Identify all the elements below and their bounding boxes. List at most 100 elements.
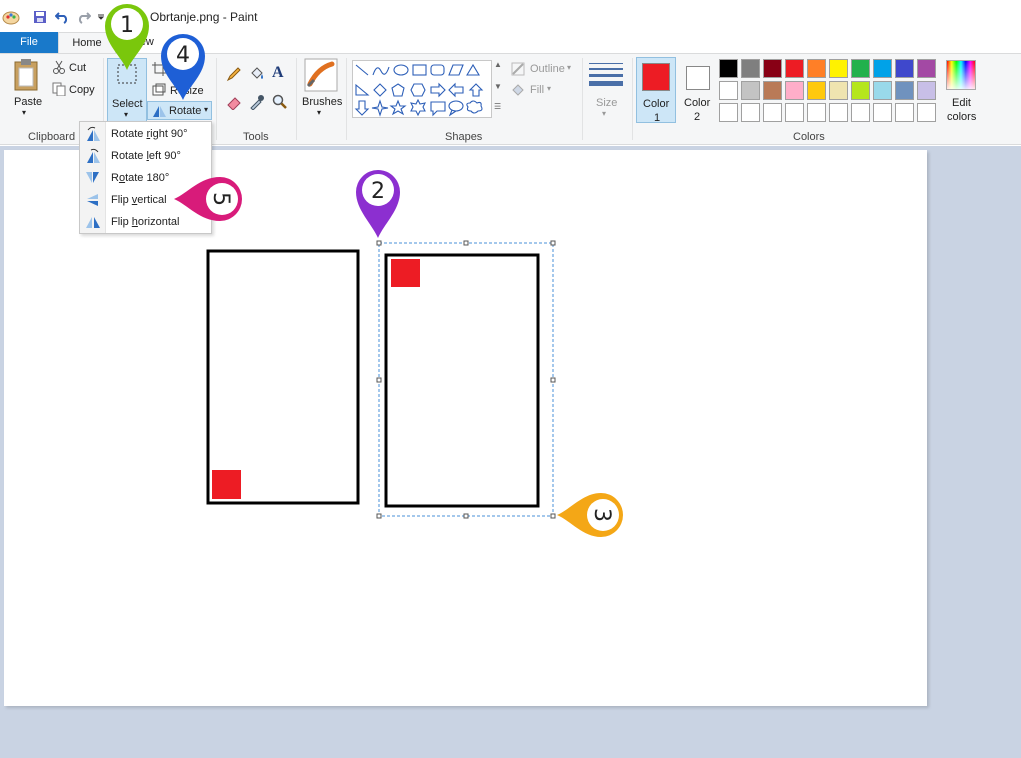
rotate-label: Rotate: [169, 105, 202, 117]
tools-group-label: Tools: [243, 131, 269, 143]
pencil-icon[interactable]: [226, 66, 242, 85]
custom-color-slot[interactable]: [829, 103, 848, 122]
callout-2-label: 2: [371, 179, 385, 204]
color2-label: Color: [684, 97, 711, 109]
palette-swatch[interactable]: [917, 59, 936, 78]
palette-swatch[interactable]: [719, 81, 738, 100]
custom-color-slot[interactable]: [763, 103, 782, 122]
brushes-dropdown-arrow[interactable]: ▾: [317, 108, 321, 117]
callout-5-label: 5: [208, 192, 233, 206]
color2-selector[interactable]: Color 2: [679, 57, 717, 123]
rotate-icon: [153, 106, 166, 117]
color1-label: Color: [643, 98, 670, 110]
outline-button[interactable]: Outline: [530, 63, 565, 75]
custom-color-slot[interactable]: [917, 103, 936, 122]
callout-2-marker: 2: [356, 170, 400, 238]
edit-colors-icon[interactable]: [946, 60, 976, 90]
rotate-180-icon: [86, 172, 99, 183]
colors-group-label: Colors: [793, 131, 825, 143]
palette-swatch[interactable]: [829, 59, 848, 78]
window-title: Obrtanje.png - Paint: [150, 10, 258, 24]
brushes-icon[interactable]: [304, 58, 338, 95]
tab-file[interactable]: File: [0, 32, 58, 53]
callout-4-label: 4: [176, 43, 190, 68]
title-bar: Obrtanje.png - Paint: [0, 0, 1021, 32]
shapes-expand[interactable]: ☰: [494, 102, 501, 111]
palette-swatch[interactable]: [719, 59, 738, 78]
shapes-scroll-up[interactable]: ▲: [494, 60, 502, 69]
palette-swatch[interactable]: [785, 81, 804, 100]
callout-3-label: 3: [589, 508, 614, 522]
custom-color-slot[interactable]: [807, 103, 826, 122]
palette-swatch[interactable]: [895, 59, 914, 78]
palette-swatch[interactable]: [741, 59, 760, 78]
undo-icon[interactable]: [55, 8, 69, 26]
menu-item-label: Rotate left 90°: [111, 150, 181, 162]
palette-swatch[interactable]: [851, 81, 870, 100]
edit-colors-button[interactable]: Edit: [952, 97, 971, 109]
menu-item-rotate-left-90[interactable]: Rotate left 90°: [80, 145, 211, 167]
color1-selector[interactable]: Color 1: [636, 57, 676, 124]
paste-dropdown-arrow[interactable]: ▾: [22, 108, 26, 117]
separator: [346, 58, 347, 140]
palette-swatch[interactable]: [873, 59, 892, 78]
rotate-button[interactable]: Rotate ▾: [147, 101, 212, 120]
save-icon[interactable]: [33, 8, 47, 26]
flip-horizontal-icon: [86, 217, 100, 228]
custom-color-slot[interactable]: [719, 103, 738, 122]
palette-swatch[interactable]: [741, 81, 760, 100]
shapes-group-label: Shapes: [445, 131, 483, 143]
size-button[interactable]: Size: [596, 97, 617, 109]
fill-button[interactable]: Fill: [530, 84, 544, 96]
custom-color-slot[interactable]: [851, 103, 870, 122]
rotate-left-icon: [87, 148, 100, 163]
separator: [216, 58, 217, 140]
menu-item-rotate-right-90[interactable]: Rotate right 90°: [80, 123, 211, 145]
color2-swatch: [686, 66, 710, 90]
red-square-left: [212, 470, 241, 499]
custom-color-slot[interactable]: [873, 103, 892, 122]
drawn-rectangle-right: [384, 253, 540, 508]
palette-swatch[interactable]: [785, 59, 804, 78]
fill-bucket-icon[interactable]: [249, 66, 265, 85]
outline-dropdown-arrow: ▾: [567, 63, 572, 72]
color-palette: [719, 59, 941, 125]
redo-icon[interactable]: [77, 8, 91, 26]
palette-swatch[interactable]: [873, 81, 892, 100]
callout-1-label: 1: [120, 13, 134, 38]
fill-icon: [511, 83, 525, 100]
clipboard-group-label: Clipboard: [28, 131, 76, 143]
rotate-dropdown-arrow: ▾: [204, 105, 209, 114]
copy-button[interactable]: Copy: [69, 84, 95, 96]
menu-item-label: Flip horizontal: [111, 216, 180, 228]
outline-icon: [511, 62, 525, 79]
palette-swatch[interactable]: [851, 59, 870, 78]
palette-swatch[interactable]: [763, 81, 782, 100]
cut-button[interactable]: Cut: [69, 62, 86, 74]
palette-swatch[interactable]: [895, 81, 914, 100]
palette-swatch[interactable]: [807, 59, 826, 78]
palette-swatch[interactable]: [829, 81, 848, 100]
eraser-icon[interactable]: [226, 94, 242, 113]
shapes-gallery[interactable]: [352, 60, 492, 118]
select-label: Select: [112, 98, 143, 110]
color-picker-icon[interactable]: [249, 94, 265, 113]
callout-4-marker: 4: [161, 34, 205, 100]
custom-color-slot[interactable]: [895, 103, 914, 122]
palette-swatch[interactable]: [763, 59, 782, 78]
paste-icon[interactable]: [12, 58, 42, 95]
ribbon-tabs: File Home View: [0, 32, 1021, 53]
select-dropdown-arrow[interactable]: ▾: [124, 110, 128, 119]
paste-button[interactable]: Paste: [14, 96, 42, 108]
custom-color-slot[interactable]: [741, 103, 760, 122]
menu-item-label: Flip vertical: [111, 194, 167, 206]
palette-swatch[interactable]: [917, 81, 936, 100]
text-tool-icon[interactable]: A: [272, 64, 284, 82]
custom-color-slot[interactable]: [785, 103, 804, 122]
drawn-rectangle-left: [206, 249, 360, 505]
brushes-button[interactable]: Brushes: [302, 96, 342, 108]
palette-swatch[interactable]: [807, 81, 826, 100]
paint-app-icon[interactable]: [2, 8, 20, 26]
shapes-scroll-down[interactable]: ▼: [494, 82, 502, 91]
magnifier-icon[interactable]: [272, 94, 288, 113]
